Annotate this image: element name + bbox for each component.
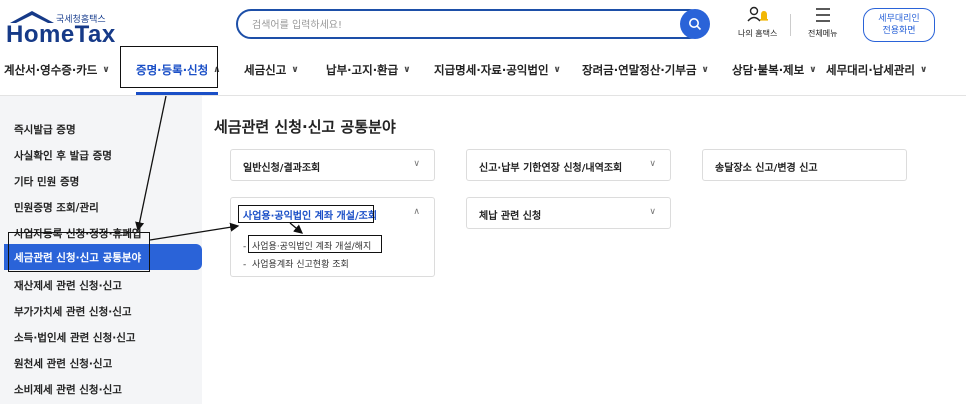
chevron-down-icon: ∨ bbox=[649, 159, 656, 169]
sidebar-item-certificate-management[interactable]: 민원증명 조회/관리 bbox=[14, 200, 99, 215]
sub-item-label: 사업용계좌 신고현황 조회 bbox=[251, 260, 349, 270]
card-deadline-extension[interactable]: 신고·납부 기한연장 신청/내역조회 ∨ bbox=[466, 149, 671, 181]
card-label: 신고·납부 기한연장 신청/내역조회 bbox=[479, 163, 623, 174]
page-title: 세금관련 신청·신고 공통분야 bbox=[214, 118, 396, 136]
my-hometax-link[interactable]: 나의 홈택스 bbox=[738, 6, 777, 39]
chevron-down-icon: ∨ bbox=[291, 65, 299, 75]
card-label: 일반신청/결과조회 bbox=[243, 163, 321, 174]
logo-title: HomeTax bbox=[6, 21, 116, 48]
annotation-box-sidebar bbox=[8, 232, 150, 272]
nav-item-tax-filing[interactable]: 세금신고 ∨ bbox=[244, 62, 299, 78]
card-arrears[interactable]: 체납 관련 신청 ∨ bbox=[466, 197, 671, 229]
nav-label: 세무대리·납세관리 bbox=[826, 63, 916, 77]
hometax-logo[interactable]: 국세청홈택스 HomeTax bbox=[4, 8, 130, 48]
sub-item-account-status[interactable]: - 사업용계좌 신고현황 조회 bbox=[243, 257, 349, 270]
nav-item-incentives[interactable]: 장려금·연말정산·기부금 ∨ bbox=[582, 62, 709, 78]
nav-item-consulting[interactable]: 상담·불복·제보 ∨ bbox=[732, 62, 817, 78]
all-menu-label: 전체메뉴 bbox=[808, 29, 838, 38]
nav-item-payment[interactable]: 납부·고지·환급 ∨ bbox=[326, 62, 411, 78]
chevron-down-icon: ∨ bbox=[102, 65, 110, 75]
sidebar-item-income-corporate-tax[interactable]: 소득·법인세 관련 신청·신고 bbox=[14, 330, 136, 345]
my-hometax-label: 나의 홈택스 bbox=[738, 29, 778, 38]
search-button[interactable] bbox=[680, 9, 710, 39]
hamburger-icon bbox=[815, 8, 830, 22]
sidebar-item-consumption-tax[interactable]: 소비제세 관련 신청·신고 bbox=[14, 382, 122, 397]
sidebar-item-other-certificate[interactable]: 기타 민원 증명 bbox=[14, 174, 79, 189]
card-general-application[interactable]: 일반신청/결과조회 ∨ bbox=[230, 149, 435, 181]
chevron-up-icon: ∧ bbox=[413, 207, 420, 217]
sidebar-item-instant-certificate[interactable]: 즉시발급 증명 bbox=[14, 122, 76, 137]
sidebar-item-vat[interactable]: 부가가치세 관련 신청·신고 bbox=[14, 304, 132, 319]
chevron-down-icon: ∨ bbox=[553, 65, 561, 75]
nav-label: 상담·불복·제보 bbox=[732, 63, 805, 77]
nav-label: 장려금·연말정산·기부금 bbox=[582, 63, 697, 77]
all-menu-button[interactable]: 전체메뉴 bbox=[808, 6, 837, 39]
nav-item-statements[interactable]: 지급명세·자료·공익법인 ∨ bbox=[434, 62, 561, 78]
nav-item-tax-agent[interactable]: 세무대리·납세관리 ∨ bbox=[826, 62, 927, 78]
chevron-down-icon: ∨ bbox=[701, 65, 709, 75]
search-input[interactable] bbox=[252, 16, 672, 34]
annotation-box-subitem bbox=[248, 235, 382, 253]
tax-agent-line1: 세무대리인 bbox=[878, 14, 920, 24]
nav-label: 지급명세·자료·공익법인 bbox=[434, 63, 549, 77]
search-bar bbox=[236, 9, 710, 39]
header-divider bbox=[790, 14, 791, 36]
chevron-down-icon: ∨ bbox=[649, 207, 656, 217]
search-icon bbox=[689, 18, 702, 31]
sidebar-item-property-tax[interactable]: 재산제세 관련 신청·신고 bbox=[14, 278, 122, 293]
chevron-down-icon: ∨ bbox=[413, 159, 420, 169]
card-label: 송달장소 신고/변경 신고 bbox=[715, 163, 818, 174]
nav-label: 계산서·영수증·카드 bbox=[4, 63, 98, 77]
chevron-down-icon: ∨ bbox=[403, 65, 411, 75]
tax-agent-line2: 전용화면 bbox=[882, 26, 916, 36]
card-delivery-address[interactable]: 송달장소 신고/변경 신고 bbox=[702, 149, 907, 181]
chevron-down-icon: ∨ bbox=[809, 65, 817, 75]
tax-agent-screen-button[interactable]: 세무대리인 전용화면 bbox=[863, 8, 935, 42]
annotation-box-card bbox=[238, 205, 374, 223]
person-bell-icon bbox=[747, 6, 768, 22]
card-label: 체납 관련 신청 bbox=[479, 211, 542, 222]
nav-label: 납부·고지·환급 bbox=[326, 63, 399, 77]
nav-item-invoice[interactable]: 계산서·영수증·카드 ∨ bbox=[4, 62, 110, 78]
annotation-box-nav bbox=[120, 46, 218, 88]
chevron-down-icon: ∨ bbox=[920, 65, 928, 75]
sidebar-item-verified-certificate[interactable]: 사실확인 후 발급 증명 bbox=[14, 148, 112, 163]
sidebar-item-withholding-tax[interactable]: 원천세 관련 신청·신고 bbox=[14, 356, 112, 371]
nav-label: 세금신고 bbox=[244, 63, 287, 77]
